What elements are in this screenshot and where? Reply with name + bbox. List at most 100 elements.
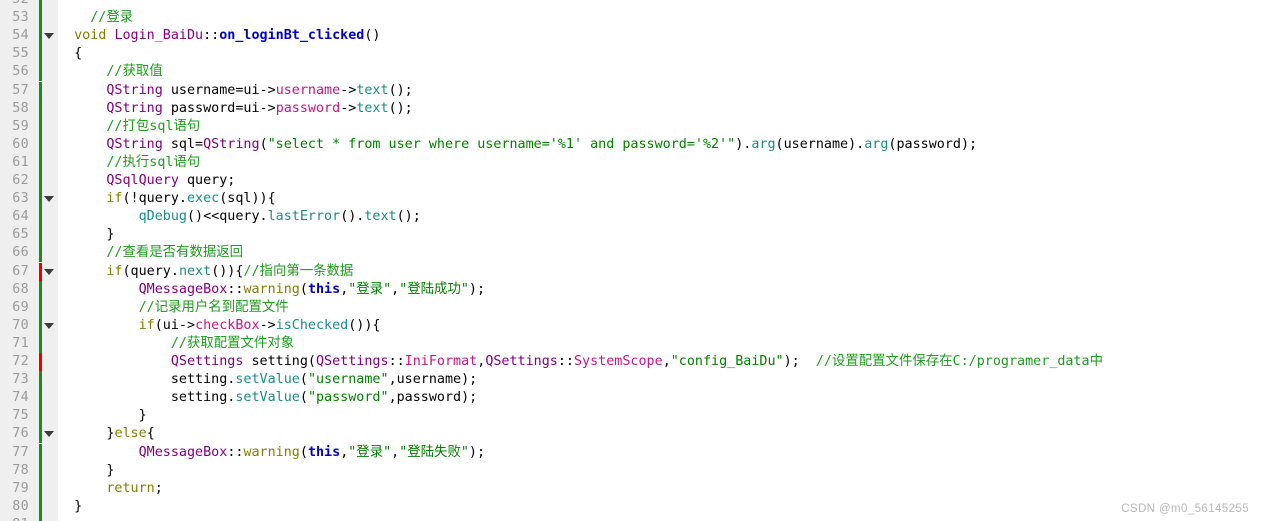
code-line[interactable]: 60 QString sql=QString("select * from us…: [0, 135, 1261, 154]
code-text[interactable]: //执行sql语句: [58, 154, 200, 172]
line-number: 61: [0, 153, 34, 172]
token-kw: if: [106, 191, 123, 207]
code-text[interactable]: setting.setValue("username",username);: [58, 371, 477, 389]
code-text[interactable]: if(query.next()){//指向第一条数据: [58, 263, 353, 281]
token-call: qDebug: [138, 209, 187, 225]
token-cmt: //设置配置文件保存在C:/programer_data中: [815, 354, 1103, 369]
code-line[interactable]: 72 QSettings setting(QSettings::IniForma…: [0, 353, 1261, 372]
line-number: 71: [0, 334, 34, 353]
token-plain: (sql)){: [219, 191, 276, 207]
code-text[interactable]: }: [58, 407, 147, 425]
code-line[interactable]: 80 }: [0, 497, 1261, 516]
fold-collapse-icon[interactable]: [44, 33, 54, 40]
code-text[interactable]: //记录用户名到配置文件: [58, 299, 289, 317]
code-line[interactable]: 75 }: [0, 407, 1261, 426]
code-line[interactable]: 65 }: [0, 226, 1261, 245]
token-kw: return: [106, 480, 155, 496]
code-line[interactable]: 76 }else{: [0, 425, 1261, 444]
fold-strip: [42, 371, 58, 390]
code-line[interactable]: 55 {: [0, 45, 1261, 64]
code-lines-container[interactable]: 5253 //登录54 void Login_BaiDu::on_loginBt…: [0, 0, 1261, 521]
code-text[interactable]: QString password=ui->password->text();: [58, 100, 412, 118]
fold-collapse-icon[interactable]: [44, 196, 54, 203]
code-line[interactable]: 74 setting.setValue("password",password)…: [0, 389, 1261, 408]
code-line[interactable]: 63 if(!query.exec(sql)){: [0, 190, 1261, 209]
code-text[interactable]: }: [58, 226, 114, 244]
code-line[interactable]: 53 //登录: [0, 9, 1261, 28]
token-type: QString: [106, 100, 163, 116]
code-line[interactable]: 66 //查看是否有数据返回: [0, 244, 1261, 263]
code-text[interactable]: //获取配置文件对象: [58, 335, 294, 353]
code-text[interactable]: }: [58, 462, 114, 480]
code-line[interactable]: 64 qDebug()<<query.lastError().text();: [0, 208, 1261, 227]
code-text[interactable]: QString sql=QString("select * from user …: [58, 136, 977, 154]
fold-strip: [42, 497, 58, 516]
code-line[interactable]: 81: [0, 515, 1261, 521]
code-line[interactable]: 62 QSqlQuery query;: [0, 172, 1261, 191]
code-line[interactable]: 79 return;: [0, 479, 1261, 498]
code-text[interactable]: //获取值: [58, 63, 162, 81]
token-op: (: [299, 444, 308, 460]
fold-collapse-icon[interactable]: [44, 431, 54, 438]
code-line[interactable]: 71 //获取配置文件对象: [0, 334, 1261, 353]
code-text[interactable]: QSettings setting(QSettings::IniFormat,Q…: [58, 353, 1103, 371]
code-text[interactable]: qDebug()<<query.lastError().text();: [58, 208, 421, 226]
code-text[interactable]: QString username=ui->username->text();: [58, 82, 412, 100]
line-number: 81: [0, 515, 34, 521]
code-text[interactable]: //打包sql语句: [58, 118, 200, 136]
code-line[interactable]: 68 QMessageBox::warning(this,"登录","登陆成功"…: [0, 280, 1261, 299]
line-number: 79: [0, 479, 34, 498]
code-text[interactable]: {: [58, 45, 82, 63]
fold-collapse-icon[interactable]: [44, 268, 54, 275]
token-plain: setting(: [243, 354, 316, 369]
code-text[interactable]: QMessageBox::warning(this,"登录","登陆失败");: [58, 444, 485, 462]
fold-strip: [42, 461, 58, 480]
token-call: exec: [187, 191, 220, 207]
line-number: 52: [0, 0, 34, 10]
code-text[interactable]: QMessageBox::warning(this,"登录","登陆成功");: [58, 281, 485, 299]
code-line[interactable]: 78 }: [0, 461, 1261, 480]
code-text[interactable]: if(!query.exec(sql)){: [58, 190, 276, 208]
code-text[interactable]: if(ui->checkBox->isChecked()){: [58, 317, 381, 335]
code-line[interactable]: 69 //记录用户名到配置文件: [0, 298, 1261, 317]
code-line[interactable]: 52: [0, 0, 1261, 10]
code-text[interactable]: return;: [58, 480, 162, 498]
code-text[interactable]: //查看是否有数据返回: [58, 244, 243, 262]
fold-strip: [42, 515, 58, 521]
code-line[interactable]: 59 //打包sql语句: [0, 117, 1261, 136]
code-line[interactable]: 58 QString password=ui->password->text()…: [0, 99, 1261, 118]
code-editor[interactable]: 5253 //登录54 void Login_BaiDu::on_loginBt…: [0, 0, 1261, 521]
code-text[interactable]: QSqlQuery query;: [58, 172, 235, 190]
code-text[interactable]: }: [58, 498, 82, 516]
fold-collapse-icon[interactable]: [44, 322, 54, 329]
code-line[interactable]: 73 setting.setValue("username",username)…: [0, 371, 1261, 390]
code-text[interactable]: }else{: [58, 425, 154, 443]
token-type: QMessageBox: [138, 444, 228, 460]
code-line[interactable]: 70 if(ui->checkBox->isChecked()){: [0, 316, 1261, 335]
code-line[interactable]: 61 //执行sql语句: [0, 153, 1261, 172]
code-text[interactable]: setting.setValue("password",password);: [58, 389, 477, 407]
code-line[interactable]: 54 void Login_BaiDu::on_loginBt_clicked(…: [0, 27, 1261, 46]
token-kw: if: [106, 263, 123, 279]
token-type: QSqlQuery: [106, 173, 179, 188]
token-cmt: //指向第一条数据: [243, 263, 354, 279]
fold-strip: [42, 334, 58, 353]
code-line[interactable]: 57 QString username=ui->username->text()…: [0, 81, 1261, 100]
change-bar: [39, 479, 42, 498]
token-op: }: [106, 462, 115, 478]
code-line[interactable]: 77 QMessageBox::warning(this,"登录","登陆失败"…: [0, 443, 1261, 462]
line-number: 59: [0, 117, 34, 136]
token-plain: ()){: [348, 317, 381, 333]
token-str: "password": [307, 390, 389, 406]
code-text[interactable]: void Login_BaiDu::on_loginBt_clicked(): [58, 27, 380, 45]
code-line[interactable]: 56 //获取值: [0, 63, 1261, 82]
code-line[interactable]: 67 if(query.next()){//指向第一条数据: [0, 262, 1261, 281]
change-bar: [39, 371, 42, 390]
code-text[interactable]: //登录: [58, 9, 133, 27]
